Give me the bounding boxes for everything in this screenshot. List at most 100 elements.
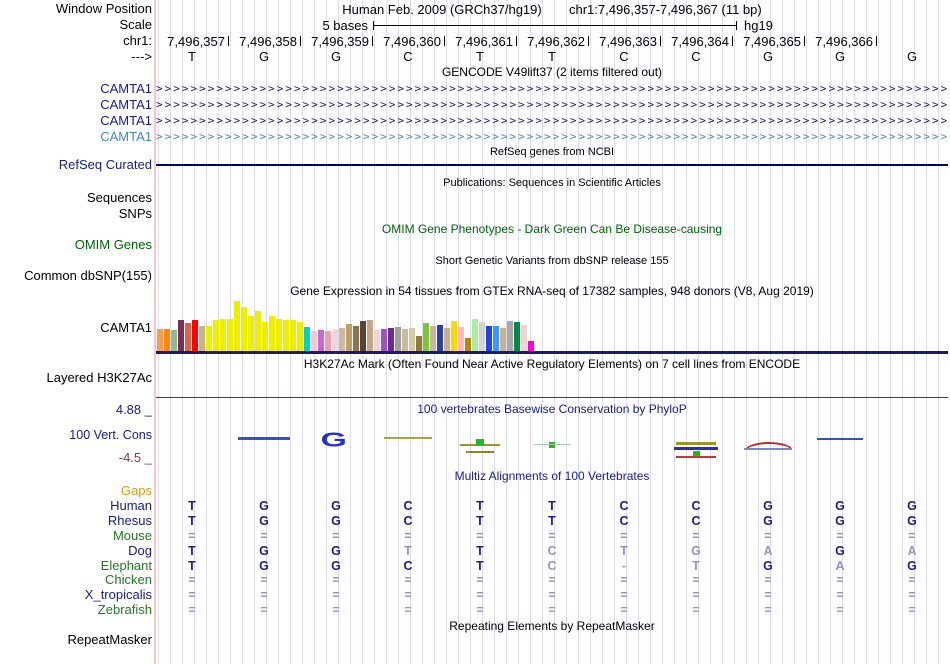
gtex-tissue-bar[interactable] [192,320,198,351]
gtex-tissue-bar[interactable] [255,311,261,351]
gtex-tissue-bar[interactable] [157,329,163,351]
gtex-tissue-bar[interactable] [416,336,422,351]
gtex-tissue-bar[interactable] [213,320,219,351]
base-letter: C [619,49,629,64]
snps-label[interactable]: SNPs [0,207,152,221]
gtex-tissue-bar[interactable] [409,328,415,351]
omim-genes-label[interactable]: OMIM Genes [0,238,152,252]
gtex-tissue-bar[interactable] [311,331,317,351]
gtex-tissue-bar[interactable] [493,326,499,351]
gtex-tissue-bar[interactable] [507,321,513,351]
repeatmasker-label[interactable]: RepeatMasker [0,633,152,647]
gtex-tissue-bar[interactable] [500,328,506,351]
gencode-transcript-label[interactable]: CAMTA1 [0,82,152,96]
gencode-transcript-label[interactable]: CAMTA1 [0,98,152,112]
gtex-tissue-bar[interactable] [374,330,380,351]
phylop-hline-glyph [744,448,792,450]
species-label-mouse[interactable]: Mouse [0,528,152,543]
gtex-tissue-bar[interactable] [290,320,296,351]
gtex-tissue-bar[interactable] [297,322,303,351]
gtex-tissue-bar[interactable] [171,330,177,351]
vert-cons-label[interactable]: 100 Vert. Cons [0,428,152,442]
gtex-tissue-bar[interactable] [444,328,450,351]
gencode-transcript-label[interactable]: CAMTA1 [0,114,152,128]
gtex-tissue-bar[interactable] [423,323,429,351]
repeatmasker-track-title: Repeating Elements by RepeatMasker [449,619,655,633]
phylop-hline-glyph [384,437,432,439]
refseq-gene-line[interactable] [156,164,948,166]
refseq-curated-label[interactable]: RefSeq Curated [0,158,152,172]
gencode-transcript-arrows[interactable]: >>>>>>>>>>>>>>>>>>>>>>>>>>>>>>>>>>>>>>>>… [156,130,948,143]
gtex-tissue-bar[interactable] [199,326,205,351]
gtex-tissue-bar[interactable] [234,301,240,351]
multiz-base-cell: C [691,513,701,528]
gtex-tissue-bar[interactable] [353,326,359,351]
gtex-tissue-bar[interactable] [388,328,394,351]
gtex-tissue-bar[interactable] [486,326,492,351]
gtex-tissue-bar[interactable] [479,322,485,351]
gtex-tissue-bar[interactable] [346,324,352,351]
omim-gene-bar[interactable] [156,237,948,250]
gtex-tissue-bar[interactable] [395,327,401,351]
gtex-tissue-bar[interactable] [164,329,170,351]
species-label-human[interactable]: Human [0,498,152,513]
multiz-base-cell: = [548,588,556,603]
gtex-gene-label[interactable]: CAMTA1 [0,321,152,335]
gtex-tissue-bar[interactable] [465,338,471,351]
gtex-tissue-bar[interactable] [360,321,366,351]
multiz-base-cell: T [692,558,700,573]
multiz-base-cell: = [476,528,484,543]
gtex-tissue-bar[interactable] [381,329,387,351]
gtex-tissue-bar[interactable] [430,326,436,351]
gtex-tissue-bar[interactable] [227,319,233,351]
gtex-tissue-bar[interactable] [269,316,275,351]
species-label-x_tropicalis[interactable]: X_tropicalis [0,588,152,602]
gtex-tissue-bar[interactable] [276,319,282,351]
gtex-tissue-bar[interactable] [458,327,464,351]
gencode-transcript-arrows[interactable]: >>>>>>>>>>>>>>>>>>>>>>>>>>>>>>>>>>>>>>>>… [156,98,948,111]
gtex-tissue-bar[interactable] [318,330,324,351]
multiz-base-cell: T [548,513,556,528]
gencode-transcript-arrows[interactable]: >>>>>>>>>>>>>>>>>>>>>>>>>>>>>>>>>>>>>>>>… [156,114,948,127]
gtex-tissue-bar[interactable] [437,325,443,351]
species-label-elephant[interactable]: Elephant [0,558,152,573]
multiz-base-cell: G [763,498,773,513]
gtex-tissue-bar[interactable] [339,328,345,351]
gtex-tissue-bar[interactable] [304,327,310,351]
gtex-tissue-bar[interactable] [367,320,373,351]
species-label-chicken[interactable]: Chicken [0,573,152,587]
multiz-base-cell: T [476,498,484,513]
species-label-dog[interactable]: Dog [0,543,152,558]
common-dbsnp-label[interactable]: Common dbSNP(155) [0,269,152,283]
multiz-base-cell: G [259,498,269,513]
gtex-tissue-bar[interactable] [206,326,212,351]
gencode-transcript-label[interactable]: CAMTA1 [0,130,152,144]
sequences-label[interactable]: Sequences [0,191,152,205]
gtex-tissue-bar[interactable] [472,319,478,351]
gtex-tissue-bar[interactable] [178,320,184,351]
species-label-zebrafish[interactable]: Zebrafish [0,603,152,617]
multiz-base-cell: = [404,573,412,588]
gtex-tissue-bar[interactable] [402,329,408,351]
gtex-tissue-bar[interactable] [325,331,331,351]
gtex-tissue-bar[interactable] [521,325,527,351]
gtex-tissue-bar[interactable] [248,316,254,351]
phylop-hline-glyph [534,444,570,445]
gencode-transcript-arrows[interactable]: >>>>>>>>>>>>>>>>>>>>>>>>>>>>>>>>>>>>>>>>… [156,82,948,95]
species-label-rhesus[interactable]: Rhesus [0,513,152,528]
layered-h3k27ac-label[interactable]: Layered H3K27Ac [0,371,152,385]
gtex-tissue-bar[interactable] [528,341,534,351]
gtex-tissue-bar[interactable] [220,319,226,351]
gtex-tissue-bar[interactable] [185,323,191,351]
gtex-tissue-bar[interactable] [451,321,457,351]
gtex-tissue-bar[interactable] [283,320,289,351]
gtex-tissue-bar[interactable] [241,307,247,351]
multiz-base-cell: = [404,528,412,543]
multiz-base-cell: = [836,603,844,618]
gtex-tissue-bar[interactable] [332,329,338,351]
gtex-tissue-bar[interactable] [262,322,268,351]
gtex-tissue-bar[interactable] [514,322,520,351]
species-label-gaps[interactable]: Gaps [0,484,152,498]
multiz-base-cell: G [259,543,269,558]
multiz-base-cell: G [835,513,845,528]
